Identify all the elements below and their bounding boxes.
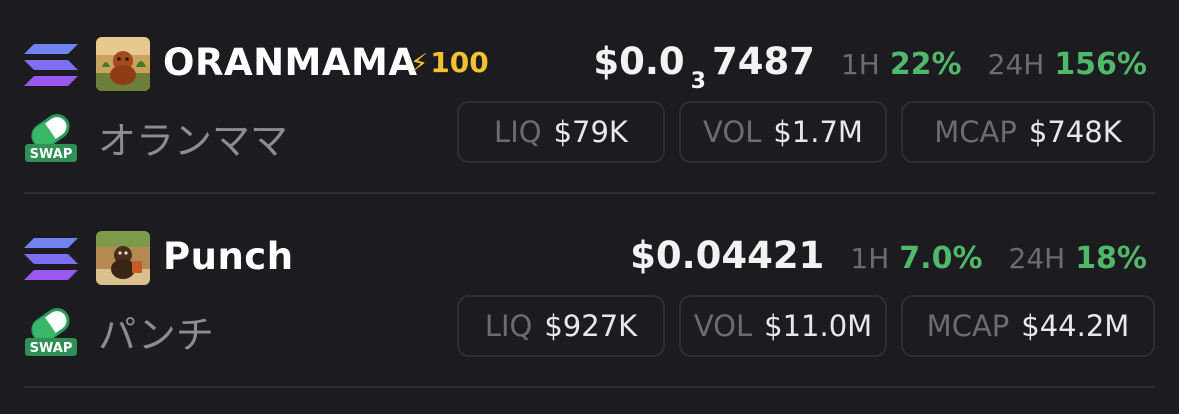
token-symbol: Punch bbox=[163, 235, 294, 278]
change-1h-label: 1H bbox=[850, 242, 890, 275]
volume-value: $1.7M bbox=[773, 115, 863, 149]
token-row-punch[interactable]: Punch $0.04421 1H 7.0% 24H 18% SWAP パンチ … bbox=[0, 194, 1179, 388]
solana-icon bbox=[24, 238, 78, 280]
liquidity-label: LIQ bbox=[494, 115, 542, 149]
change-1h-label: 1H bbox=[840, 48, 880, 81]
change-24h-value: 18% bbox=[1075, 241, 1147, 276]
liquidity-value: $927K bbox=[544, 309, 638, 343]
volume-label: VOL bbox=[693, 309, 753, 343]
market-cap-label: MCAP bbox=[934, 115, 1017, 149]
token-image bbox=[96, 231, 150, 285]
svg-text:SWAP: SWAP bbox=[30, 341, 73, 356]
market-cap-label: MCAP bbox=[926, 309, 1010, 343]
liquidity-pill: LIQ $79K bbox=[457, 101, 665, 163]
solana-icon bbox=[24, 44, 78, 86]
change-24h-value: 156% bbox=[1054, 47, 1147, 82]
svg-text:SWAP: SWAP bbox=[30, 147, 73, 162]
token-price: $0.04421 bbox=[630, 234, 825, 277]
price-zero-count: 3 bbox=[690, 69, 706, 94]
swap-icon[interactable]: SWAP bbox=[24, 304, 78, 358]
price-line: $0.04421 1H 7.0% 24H 18% bbox=[630, 234, 1147, 278]
change-1h-value: 7.0% bbox=[899, 241, 983, 276]
change-24h-label: 24H bbox=[1008, 242, 1066, 275]
token-image bbox=[96, 37, 150, 91]
volume-pill: VOL $1.7M bbox=[679, 101, 887, 163]
liquidity-label: LIQ bbox=[484, 309, 533, 343]
row-divider bbox=[24, 386, 1155, 388]
volume-label: VOL bbox=[703, 115, 762, 149]
token-list: ORANMAMA ⚡100 $0.0 3 7487 1H 22% 24H 156% … bbox=[0, 0, 1179, 414]
liquidity-pill: LIQ $927K bbox=[457, 295, 665, 357]
price-line: $0.0 3 7487 1H 22% 24H 156% bbox=[593, 40, 1147, 94]
liquidity-value: $79K bbox=[553, 115, 628, 149]
volume-value: $11.0M bbox=[764, 309, 873, 343]
swap-icon[interactable]: SWAP bbox=[24, 110, 78, 164]
token-price: $0.0 3 7487 bbox=[593, 40, 815, 94]
volume-pill: VOL $11.0M bbox=[679, 295, 887, 357]
stats-row: LIQ $927K VOL $11.0M MCAP $44.2M bbox=[457, 295, 1155, 357]
token-symbol: ORANMAMA bbox=[163, 41, 418, 84]
change-24h-label: 24H bbox=[987, 48, 1045, 81]
market-cap-value: $44.2M bbox=[1021, 309, 1130, 343]
token-name-japanese: パンチ bbox=[98, 313, 214, 357]
change-1h-value: 22% bbox=[889, 47, 962, 82]
boost-count: 100 bbox=[430, 46, 489, 79]
token-name-japanese: オランママ bbox=[98, 119, 289, 163]
market-cap-value: $748K bbox=[1028, 115, 1122, 149]
token-row-oranmama[interactable]: ORANMAMA ⚡100 $0.0 3 7487 1H 22% 24H 156% … bbox=[0, 0, 1179, 194]
market-cap-pill: MCAP $748K bbox=[901, 101, 1155, 163]
boost-badge[interactable]: ⚡100 bbox=[410, 44, 489, 83]
lightning-icon: ⚡ bbox=[410, 49, 429, 79]
market-cap-pill: MCAP $44.2M bbox=[901, 295, 1155, 357]
stats-row: LIQ $79K VOL $1.7M MCAP $748K bbox=[457, 101, 1155, 163]
